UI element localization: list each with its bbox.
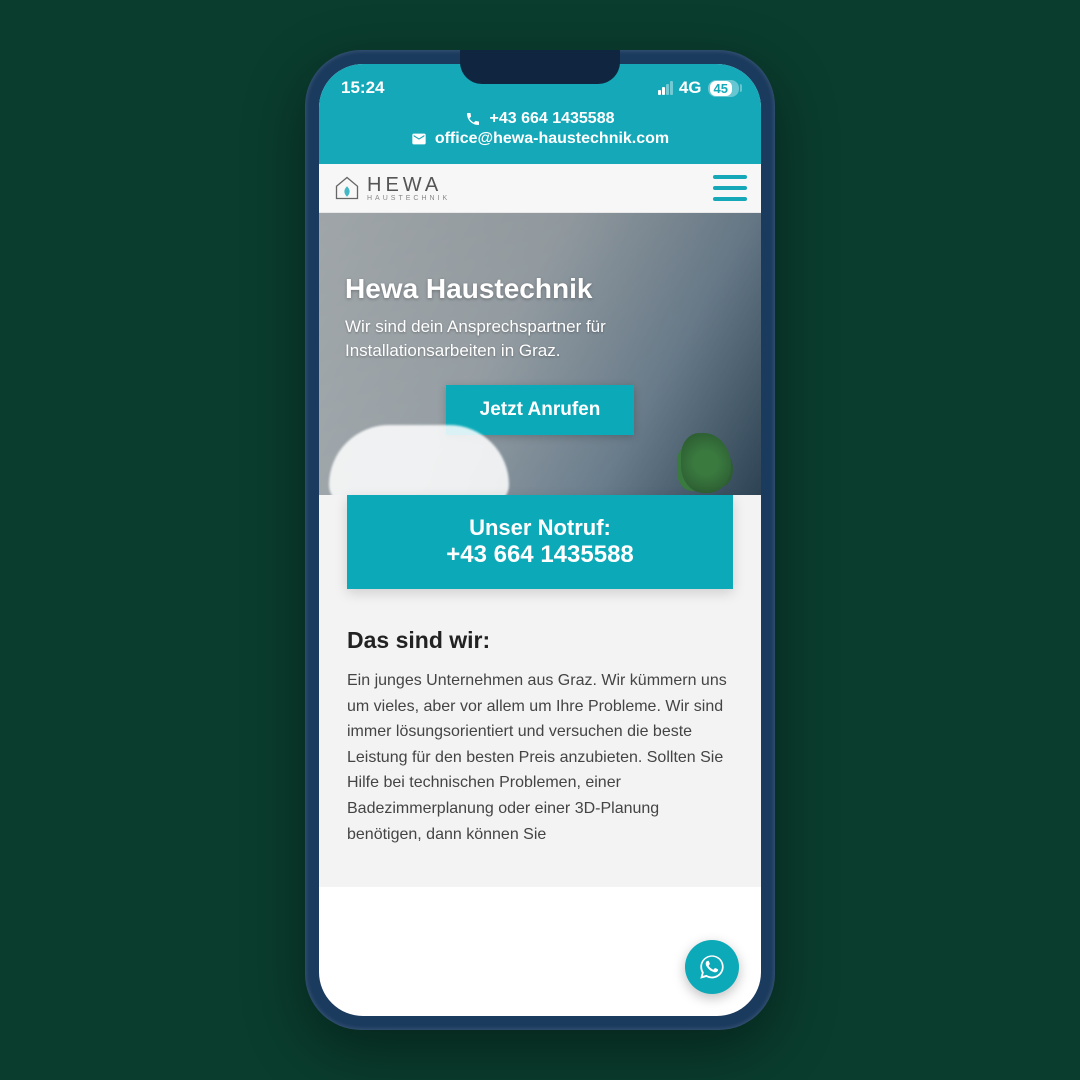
whatsapp-icon (698, 953, 726, 981)
logo-subtitle: HAUSTECHNIK (367, 195, 450, 202)
logo[interactable]: HEWA HAUSTECHNIK (333, 174, 450, 202)
about-body: Ein junges Unternehmen aus Graz. Wir küm… (347, 668, 733, 847)
email-icon (411, 131, 427, 147)
status-indicators: 4G 45 (658, 78, 739, 98)
phone-screen: 15:24 4G 45 +43 664 1435588 office@hewa-… (319, 64, 761, 1016)
hero-title: Hewa Haustechnik (345, 273, 735, 305)
network-label: 4G (679, 78, 702, 98)
logo-house-icon (333, 174, 361, 202)
emergency-section: Unser Notruf: +43 664 1435588 (319, 495, 761, 605)
topbar-phone-text: +43 664 1435588 (489, 110, 614, 128)
emergency-label: Unser Notruf: (363, 515, 717, 541)
hamburger-icon (713, 175, 747, 179)
hero-subtitle: Wir sind dein Ansprechspartner für Insta… (345, 315, 735, 363)
signal-icon (658, 81, 673, 95)
whatsapp-button[interactable] (685, 940, 739, 994)
status-time: 15:24 (341, 78, 384, 98)
hero-section: Hewa Haustechnik Wir sind dein Ansprechs… (319, 213, 761, 533)
phone-icon (465, 111, 481, 127)
logo-text: HEWA (367, 175, 450, 195)
contact-topbar: +43 664 1435588 office@hewa-haustechnik.… (319, 104, 761, 164)
header-bar: HEWA HAUSTECHNIK (319, 164, 761, 213)
emergency-number: +43 664 1435588 (363, 541, 717, 569)
battery-level: 45 (710, 81, 732, 96)
phone-frame: 15:24 4G 45 +43 664 1435588 office@hewa-… (305, 50, 775, 1030)
about-section: Das sind wir: Ein junges Unternehmen aus… (319, 605, 761, 887)
battery-icon: 45 (708, 80, 739, 97)
menu-button[interactable] (713, 175, 747, 201)
topbar-email[interactable]: office@hewa-haustechnik.com (329, 130, 751, 148)
emergency-card[interactable]: Unser Notruf: +43 664 1435588 (347, 495, 733, 589)
call-now-button[interactable]: Jetzt Anrufen (446, 385, 635, 435)
topbar-email-text: office@hewa-haustechnik.com (435, 130, 669, 148)
about-heading: Das sind wir: (347, 627, 733, 654)
phone-notch (460, 50, 620, 84)
topbar-phone[interactable]: +43 664 1435588 (329, 110, 751, 128)
